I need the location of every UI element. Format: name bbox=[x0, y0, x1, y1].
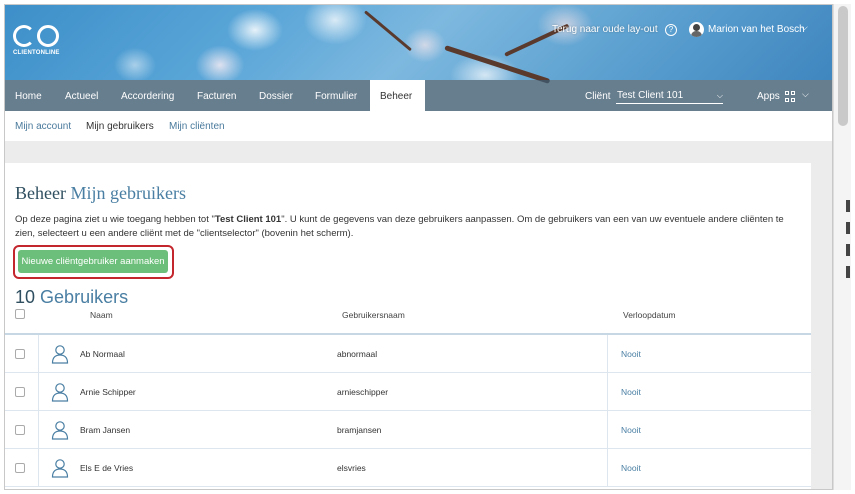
column-header-name[interactable]: Naam bbox=[90, 310, 113, 320]
new-client-user-button[interactable]: Nieuwe cliëntgebruiker aanmaken bbox=[18, 250, 168, 273]
content-side-gutter bbox=[811, 141, 832, 489]
logo-c-shape bbox=[13, 25, 35, 47]
user-name-cell[interactable]: Ab Normaal bbox=[80, 349, 125, 359]
browser-frame: CLIENTONLINE Terug naar oude lay-out ? M… bbox=[4, 4, 833, 490]
row-checkbox[interactable] bbox=[15, 463, 25, 473]
nav-item-beheer[interactable]: Beheer bbox=[370, 80, 425, 111]
expiry-cell[interactable]: Nooit bbox=[621, 349, 641, 359]
nav-item-actueel[interactable]: Actueel bbox=[55, 80, 108, 111]
user-count-number: 10 bbox=[15, 287, 36, 307]
user-count-heading: 10 Gebruikers bbox=[15, 287, 128, 308]
chevron-down-icon[interactable]: ⌵ bbox=[801, 22, 808, 33]
expiry-cell[interactable]: Nooit bbox=[621, 387, 641, 397]
chevron-down-icon: ⌵ bbox=[716, 91, 723, 100]
table-row[interactable]: Ab Normaal abnormaal Nooit bbox=[5, 335, 811, 373]
main-content: Beheer Mijn gebruikers Op deze pagina zi… bbox=[5, 163, 811, 489]
expiry-cell[interactable]: Nooit bbox=[621, 463, 641, 473]
page-title-accent: Mijn gebruikers bbox=[70, 183, 186, 203]
chevron-down-icon[interactable]: ⌵ bbox=[802, 89, 809, 100]
table-row[interactable]: Arnie Schipper arnieschipper Nooit bbox=[5, 373, 811, 411]
apps-grid-icon[interactable] bbox=[785, 91, 796, 102]
client-selector-value: Test Client 101 bbox=[617, 90, 684, 101]
user-name[interactable]: Marion van het Bosch bbox=[708, 24, 805, 35]
intro-text-part1: Op deze pagina ziet u wie toegang hebben… bbox=[15, 214, 215, 225]
column-header-expiry[interactable]: Verloopdatum bbox=[623, 310, 675, 320]
nav-item-accordering[interactable]: Accordering bbox=[111, 80, 184, 111]
user-icon bbox=[51, 421, 69, 440]
column-header-username[interactable]: Gebruikersnaam bbox=[342, 310, 405, 320]
subnav-item-mijn-clienten[interactable]: Mijn cliënten bbox=[169, 121, 225, 132]
logo-mark bbox=[13, 25, 73, 47]
edge-decoration bbox=[846, 200, 850, 290]
expiry-cell[interactable]: Nooit bbox=[621, 425, 641, 435]
nav-item-home[interactable]: Home bbox=[5, 80, 52, 111]
intro-client-name: Test Client 101 bbox=[214, 214, 282, 225]
apps-label[interactable]: Apps bbox=[757, 91, 780, 102]
username-cell: bramjansen bbox=[337, 425, 382, 435]
column-divider bbox=[607, 335, 608, 373]
scrollbar-thumb[interactable] bbox=[838, 6, 848, 126]
nav-item-facturen[interactable]: Facturen bbox=[187, 80, 246, 111]
highlight-outline: Nieuwe cliëntgebruiker aanmaken bbox=[13, 245, 174, 279]
user-name-cell[interactable]: Els E de Vries bbox=[80, 463, 133, 473]
username-cell: elsvries bbox=[337, 463, 366, 473]
select-all-checkbox[interactable] bbox=[15, 309, 25, 319]
column-divider bbox=[607, 449, 608, 487]
clientonline-logo[interactable]: CLIENTONLINE bbox=[13, 25, 73, 56]
username-cell: arnieschipper bbox=[337, 387, 389, 397]
column-divider bbox=[38, 373, 39, 411]
intro-text: Op deze pagina ziet u wie toegang hebben… bbox=[15, 213, 805, 241]
logo-text: CLIENTONLINE bbox=[13, 50, 60, 56]
branch-decoration bbox=[444, 45, 551, 84]
logo-o-shape bbox=[37, 25, 59, 47]
nav-item-dossier[interactable]: Dossier bbox=[249, 80, 303, 111]
subnav-item-mijn-account[interactable]: Mijn account bbox=[15, 121, 71, 132]
user-name-cell[interactable]: Bram Jansen bbox=[80, 425, 130, 435]
table-row[interactable]: Els E de Vries elsvries Nooit bbox=[5, 449, 811, 487]
content-spacer bbox=[5, 141, 832, 163]
username-cell: abnormaal bbox=[337, 349, 378, 359]
column-divider bbox=[607, 411, 608, 449]
client-selector[interactable]: Test Client 101 ⌵ bbox=[616, 89, 723, 104]
row-checkbox[interactable] bbox=[15, 387, 25, 397]
user-count-label: Gebruikers bbox=[40, 287, 129, 307]
main-nav: Home Actueel Accordering Facturen Dossie… bbox=[5, 80, 832, 111]
branch-decoration bbox=[364, 10, 412, 52]
user-avatar[interactable] bbox=[689, 22, 704, 37]
user-icon bbox=[51, 345, 69, 364]
sub-nav: Mijn account Mijn gebruikers Mijn cliënt… bbox=[5, 111, 832, 141]
old-layout-link[interactable]: Terug naar oude lay-out bbox=[552, 24, 658, 35]
help-icon[interactable]: ? bbox=[665, 24, 677, 36]
column-divider bbox=[607, 373, 608, 411]
header-banner: CLIENTONLINE Terug naar oude lay-out ? M… bbox=[5, 5, 832, 84]
nav-item-formulier[interactable]: Formulier bbox=[305, 80, 367, 111]
column-divider bbox=[38, 449, 39, 487]
page-title: Beheer Mijn gebruikers bbox=[15, 183, 186, 204]
column-divider bbox=[38, 335, 39, 373]
user-icon bbox=[51, 383, 69, 402]
user-icon bbox=[51, 459, 69, 478]
column-divider bbox=[38, 411, 39, 449]
table-row[interactable]: Bram Jansen bramjansen Nooit bbox=[5, 411, 811, 449]
row-checkbox[interactable] bbox=[15, 349, 25, 359]
user-name-cell[interactable]: Arnie Schipper bbox=[80, 387, 136, 397]
client-label: Cliënt bbox=[585, 91, 611, 102]
subnav-item-mijn-gebruikers[interactable]: Mijn gebruikers bbox=[86, 121, 154, 132]
page-title-prefix: Beheer bbox=[15, 183, 66, 203]
row-checkbox[interactable] bbox=[15, 425, 25, 435]
